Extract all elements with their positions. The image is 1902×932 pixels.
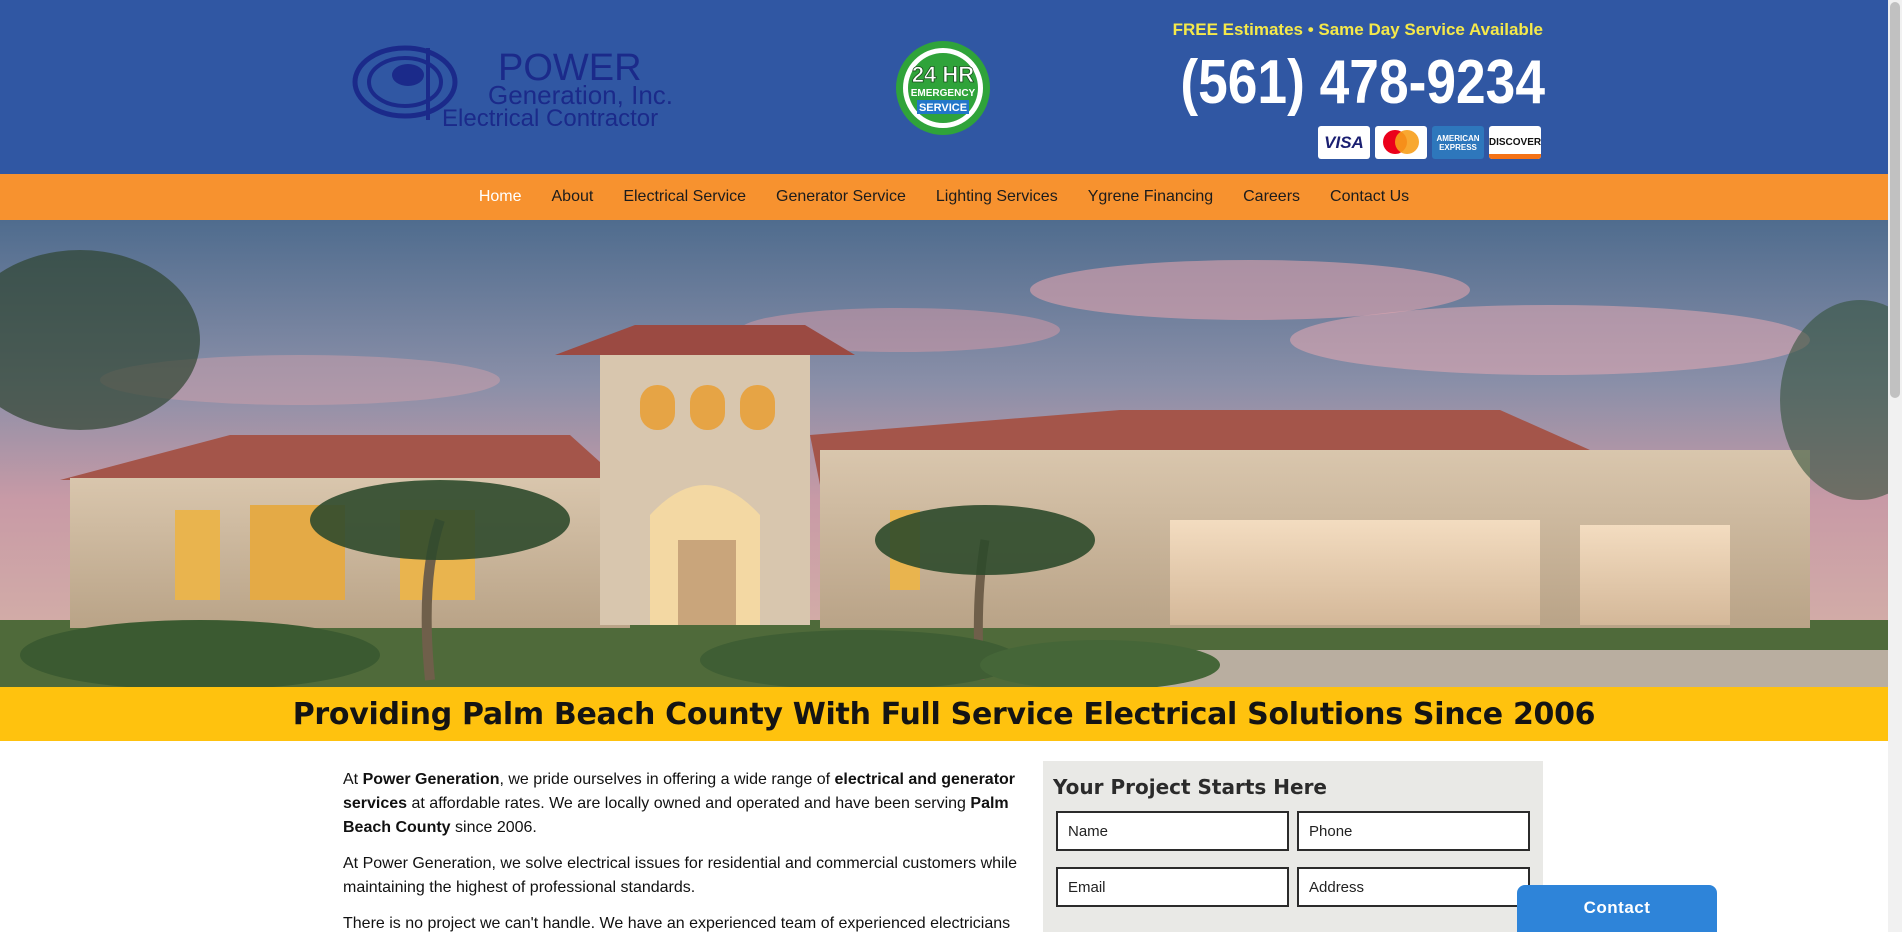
badge-line2: EMERGENCY	[911, 88, 976, 99]
name-field[interactable]	[1056, 811, 1289, 851]
tagline-banner: Providing Palm Beach County With Full Se…	[0, 687, 1888, 741]
form-title: Your Project Starts Here	[1053, 775, 1327, 799]
nav-generator-service[interactable]: Generator Service	[761, 188, 921, 206]
contact-button[interactable]: Contact	[1517, 885, 1717, 932]
phone-field[interactable]	[1297, 811, 1530, 851]
nav-home[interactable]: Home	[464, 188, 537, 206]
form-row-1	[1053, 811, 1533, 851]
email-field[interactable]	[1056, 867, 1289, 907]
p1-text-b: Power Generation	[362, 771, 500, 788]
page-scrollbar[interactable]	[1888, 0, 1902, 932]
visa-icon: VISA	[1318, 126, 1370, 159]
discover-label: DISCOVER	[1489, 137, 1541, 148]
nav-contact-us[interactable]: Contact Us	[1315, 188, 1424, 206]
p1-text-e: at affordable rates. We are locally owne…	[407, 795, 971, 812]
badge-line3: SERVICE	[919, 102, 967, 114]
emergency-service-badge: 24 HR EMERGENCY SERVICE	[896, 41, 990, 135]
intro-content: At Power Generation, we pride ourselves …	[343, 768, 1023, 932]
nav-electrical-service[interactable]: Electrical Service	[608, 188, 761, 206]
address-field[interactable]	[1297, 867, 1530, 907]
intro-paragraph-2: At Power Generation, we solve electrical…	[343, 855, 1018, 896]
scrollbar-thumb[interactable]	[1890, 2, 1900, 398]
nav-lighting-services[interactable]: Lighting Services	[921, 188, 1073, 206]
intro-paragraph-1: At Power Generation, we pride ourselves …	[343, 768, 1023, 840]
p1-text-a: At	[343, 771, 363, 788]
nav-about[interactable]: About	[537, 188, 609, 206]
form-row-2	[1053, 867, 1533, 907]
banner-heading: Providing Palm Beach County With Full Se…	[292, 696, 1596, 732]
amex-icon: AMERICAN EXPRESS	[1432, 126, 1484, 159]
badge-line1: 24 HR	[912, 62, 974, 87]
payment-cards: VISA AMERICAN EXPRESS DISCOVER	[1318, 126, 1541, 159]
company-logo[interactable]: POWER Generation, Inc. Electrical Contra…	[350, 30, 720, 140]
main-nav: Home About Electrical Service Generator …	[0, 174, 1888, 220]
intro-paragraph-3: There is no project we can't handle. We …	[343, 915, 1011, 932]
p1-text-g: since 2006.	[450, 819, 537, 836]
logo-line3: Electrical Contractor	[442, 105, 658, 132]
site-header: POWER Generation, Inc. Electrical Contra…	[0, 0, 1888, 174]
hero-house-image	[0, 220, 1888, 687]
p1-text-c: , we pride ourselves in offering a wide …	[499, 771, 835, 788]
mastercard-icon	[1375, 126, 1427, 159]
nav-careers[interactable]: Careers	[1228, 188, 1315, 206]
project-form: Your Project Starts Here	[1043, 761, 1543, 932]
phone-number[interactable]: (561) 478-9234	[1180, 48, 1545, 118]
discover-icon: DISCOVER	[1489, 126, 1541, 159]
header-tagline: FREE Estimates • Same Day Service Availa…	[1172, 20, 1543, 39]
nav-ygrene-financing[interactable]: Ygrene Financing	[1073, 188, 1228, 206]
